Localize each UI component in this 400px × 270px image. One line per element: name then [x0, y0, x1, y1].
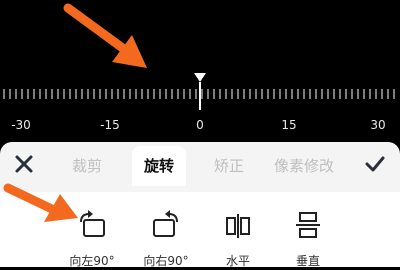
flip-horizontal-icon	[226, 214, 250, 238]
rotate-left-icon	[80, 210, 105, 237]
tab-crop[interactable]: 裁剪	[72, 155, 102, 176]
tab-correct[interactable]: 矫正	[214, 155, 244, 176]
tab-pixel-edit[interactable]: 像素修改	[274, 155, 334, 176]
angle-indicator-icon	[194, 73, 206, 82]
flip-vertical-label: 垂直	[295, 254, 320, 268]
rotate-right-label: 向右90°	[143, 254, 189, 268]
rotate-right-icon	[153, 210, 178, 237]
ruler-label: 0	[196, 118, 204, 132]
ruler-label: -15	[100, 118, 120, 132]
flip-horizontal-button[interactable]: 水平	[208, 210, 268, 270]
ruler-labels: -30 -15 0 15 30	[0, 118, 400, 134]
annotation-arrow-bottom	[3, 183, 78, 222]
flip-vertical-button[interactable]: 垂直	[278, 210, 338, 270]
flip-vertical-icon	[296, 212, 320, 238]
ruler-label: 30	[370, 118, 386, 132]
rotate-right-button[interactable]: 向右90°	[136, 210, 196, 270]
angle-indicator-line	[199, 82, 201, 110]
close-icon[interactable]	[14, 154, 34, 174]
flip-horizontal-label: 水平	[225, 254, 250, 268]
checkmark-icon[interactable]	[364, 154, 386, 174]
ruler-label: -30	[11, 118, 31, 132]
annotation-arrow-top	[63, 3, 147, 68]
rotate-left-label: 向左90°	[69, 254, 115, 268]
tab-rotate[interactable]: 旋转	[132, 146, 187, 186]
ruler-label: 15	[281, 118, 297, 132]
